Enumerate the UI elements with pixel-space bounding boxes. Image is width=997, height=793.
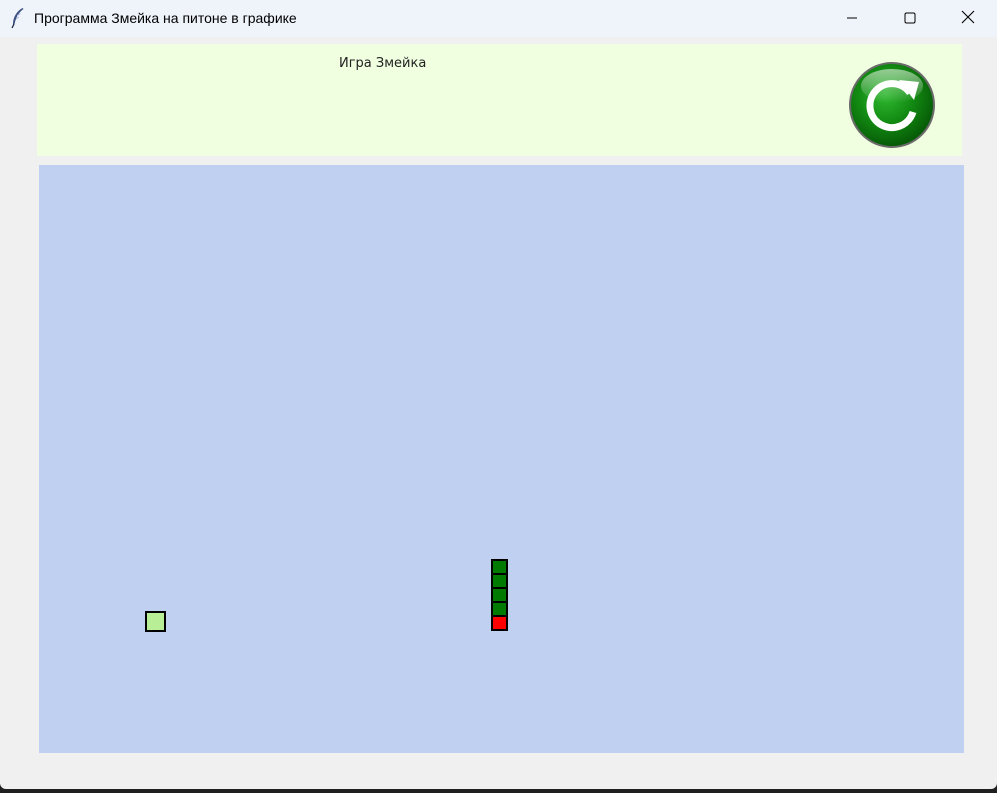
- restart-button[interactable]: [847, 60, 937, 150]
- maximize-button[interactable]: [881, 0, 939, 37]
- game-title: Игра Змейка: [339, 56, 427, 71]
- maximize-icon: [904, 9, 916, 28]
- title-bar[interactable]: Программа Змейка на питоне в графике: [0, 0, 997, 37]
- close-icon: [961, 9, 975, 28]
- minimize-button[interactable]: [823, 0, 881, 37]
- feather-icon: [10, 7, 26, 29]
- app-window: Программа Змейка на питоне в графике Игр…: [0, 0, 997, 789]
- minimize-icon: [846, 9, 858, 28]
- close-button[interactable]: [939, 0, 997, 37]
- food: [145, 611, 166, 632]
- snake-head: [491, 615, 508, 631]
- header-panel: Игра Змейка: [37, 44, 962, 156]
- restart-icon: [847, 62, 937, 154]
- game-board[interactable]: [39, 165, 964, 753]
- window-title: Программа Змейка на питоне в графике: [34, 10, 297, 26]
